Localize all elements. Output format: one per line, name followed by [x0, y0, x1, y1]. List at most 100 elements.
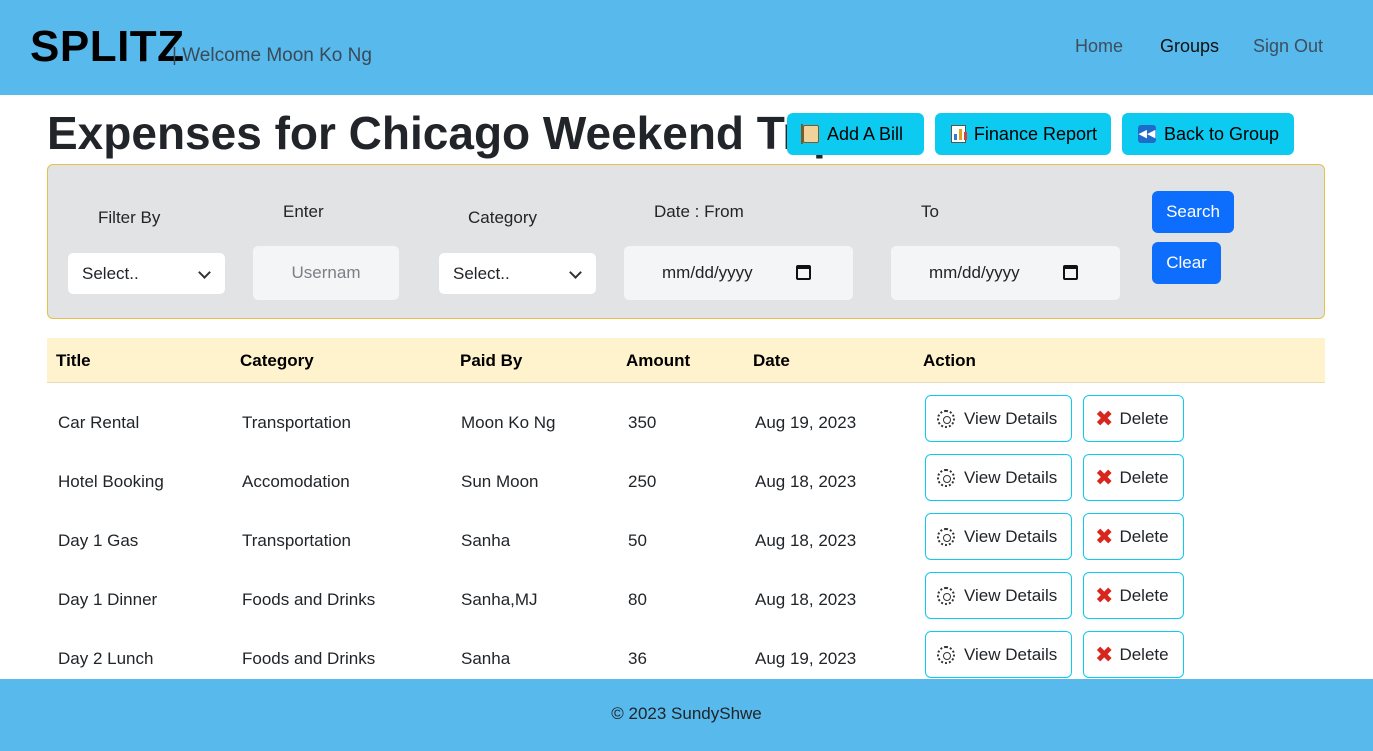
- cell-amount: 50: [628, 531, 647, 550]
- gear-icon: [937, 586, 955, 605]
- category-value: Select..: [453, 264, 510, 283]
- view-details-label: View Details: [964, 585, 1058, 605]
- x-mark-icon: ✖: [1095, 405, 1114, 431]
- date-from-label: Date : From: [654, 202, 744, 221]
- date-from-value: mm/dd/yyyy: [662, 263, 753, 282]
- cell-title: Hotel Booking: [58, 472, 164, 491]
- welcome-text: | Welcome Moon Ko Ng: [172, 45, 372, 66]
- cell-paid-by: Sanha: [461, 649, 511, 668]
- view-details-button[interactable]: View Details: [925, 395, 1072, 442]
- cell-category: Foods and Drinks: [242, 590, 376, 609]
- cell-title: Day 1 Dinner: [58, 590, 158, 609]
- cell-title: Car Rental: [58, 413, 140, 432]
- cell-category: Foods and Drinks: [242, 649, 376, 668]
- cell-amount: 36: [628, 649, 647, 668]
- finance-report-button[interactable]: Finance Report: [935, 113, 1111, 155]
- view-details-button[interactable]: View Details: [925, 513, 1072, 560]
- gear-icon: [937, 409, 955, 428]
- column-paid-by: Paid By: [460, 351, 523, 370]
- table-row: Car Rental Transportation Moon Ko Ng 350…: [47, 394, 1325, 453]
- nav-home-link[interactable]: Home: [1075, 34, 1123, 58]
- date-to-value: mm/dd/yyyy: [929, 263, 1020, 282]
- cell-paid-by: Sanha,MJ: [461, 590, 538, 609]
- x-mark-icon: ✖: [1095, 641, 1114, 667]
- view-details-button[interactable]: View Details: [925, 454, 1072, 501]
- delete-label: Delete: [1119, 526, 1169, 546]
- delete-button[interactable]: ✖ Delete: [1083, 395, 1184, 442]
- cell-amount: 80: [628, 590, 647, 609]
- cell-paid-by: Sun Moon: [461, 472, 539, 491]
- table-row: Hotel Booking Accomodation Sun Moon 250 …: [47, 453, 1325, 512]
- scroll-icon: [801, 124, 819, 144]
- table-header: Title Category Paid By Amount Date Actio…: [47, 338, 1325, 383]
- to-label: To: [921, 202, 939, 221]
- view-details-label: View Details: [964, 526, 1058, 546]
- back-to-group-button[interactable]: ◀◀ Back to Group: [1122, 113, 1294, 155]
- view-details-button[interactable]: View Details: [925, 631, 1072, 678]
- cell-category: Transportation: [242, 413, 351, 432]
- date-to-input[interactable]: mm/dd/yyyy: [891, 246, 1120, 300]
- delete-label: Delete: [1119, 644, 1169, 664]
- cell-date: Aug 18, 2023: [755, 590, 857, 609]
- filter-by-select[interactable]: Select..: [68, 253, 225, 294]
- delete-button[interactable]: ✖ Delete: [1083, 513, 1184, 560]
- add-bill-label: Add A Bill: [827, 123, 904, 144]
- view-details-label: View Details: [964, 644, 1058, 664]
- delete-button[interactable]: ✖ Delete: [1083, 631, 1184, 678]
- add-bill-button[interactable]: Add A Bill: [787, 113, 924, 155]
- nav-signout-link[interactable]: Sign Out: [1253, 34, 1323, 58]
- nav-groups-link[interactable]: Groups: [1160, 34, 1219, 58]
- column-title: Title: [56, 351, 91, 370]
- filter-panel: Filter By Select.. Enter Usernam Categor…: [47, 164, 1325, 319]
- gear-icon: [937, 468, 955, 487]
- chevron-down-icon: [198, 266, 211, 279]
- gear-icon: [937, 527, 955, 546]
- delete-label: Delete: [1119, 585, 1169, 605]
- category-select[interactable]: Select..: [439, 253, 596, 294]
- date-from-input[interactable]: mm/dd/yyyy: [624, 246, 853, 300]
- column-amount: Amount: [626, 351, 691, 370]
- cell-category: Transportation: [242, 531, 351, 550]
- view-details-button[interactable]: View Details: [925, 572, 1072, 619]
- cell-date: Aug 19, 2023: [755, 649, 857, 668]
- cell-date: Aug 19, 2023: [755, 413, 857, 432]
- calendar-icon[interactable]: [796, 265, 811, 280]
- page-title: Expenses for Chicago Weekend Trip: [47, 107, 842, 159]
- cell-date: Aug 18, 2023: [755, 531, 857, 550]
- table-row: Day 1 Gas Transportation Sanha 50 Aug 18…: [47, 512, 1325, 571]
- footer-copyright: © 2023 SundyShwe: [611, 704, 762, 723]
- category-label: Category: [468, 208, 537, 227]
- cell-paid-by: Moon Ko Ng: [461, 413, 556, 432]
- filter-by-value: Select..: [82, 264, 139, 283]
- rewind-icon: ◀◀: [1138, 125, 1156, 143]
- cell-amount: 250: [628, 472, 657, 491]
- back-to-group-label: Back to Group: [1164, 123, 1280, 144]
- cell-amount: 350: [628, 413, 657, 432]
- x-mark-icon: ✖: [1095, 582, 1114, 608]
- footer: © 2023 SundyShwe: [0, 679, 1373, 751]
- delete-button[interactable]: ✖ Delete: [1083, 572, 1184, 619]
- delete-label: Delete: [1119, 467, 1169, 487]
- filter-by-label: Filter By: [98, 208, 161, 227]
- search-button[interactable]: Search: [1152, 191, 1234, 233]
- calendar-icon[interactable]: [1063, 265, 1078, 280]
- username-input[interactable]: Usernam: [253, 246, 399, 300]
- navbar: SPLITZ | Welcome Moon Ko Ng Home Groups …: [0, 0, 1373, 95]
- cell-paid-by: Sanha: [461, 531, 511, 550]
- x-mark-icon: ✖: [1095, 464, 1114, 490]
- gear-icon: [937, 645, 955, 664]
- table-row: Day 1 Dinner Foods and Drinks Sanha,MJ 8…: [47, 571, 1325, 630]
- cell-date: Aug 18, 2023: [755, 472, 857, 491]
- column-action: Action: [923, 351, 976, 370]
- bar-chart-icon: [951, 125, 967, 143]
- view-details-label: View Details: [964, 467, 1058, 487]
- delete-label: Delete: [1119, 408, 1169, 428]
- clear-button[interactable]: Clear: [1152, 242, 1221, 284]
- finance-report-label: Finance Report: [973, 123, 1097, 144]
- cell-title: Day 2 Lunch: [58, 649, 154, 668]
- view-details-label: View Details: [964, 408, 1058, 428]
- delete-button[interactable]: ✖ Delete: [1083, 454, 1184, 501]
- enter-label: Enter: [283, 202, 324, 221]
- brand-logo[interactable]: SPLITZ: [30, 22, 185, 72]
- chevron-down-icon: [569, 266, 582, 279]
